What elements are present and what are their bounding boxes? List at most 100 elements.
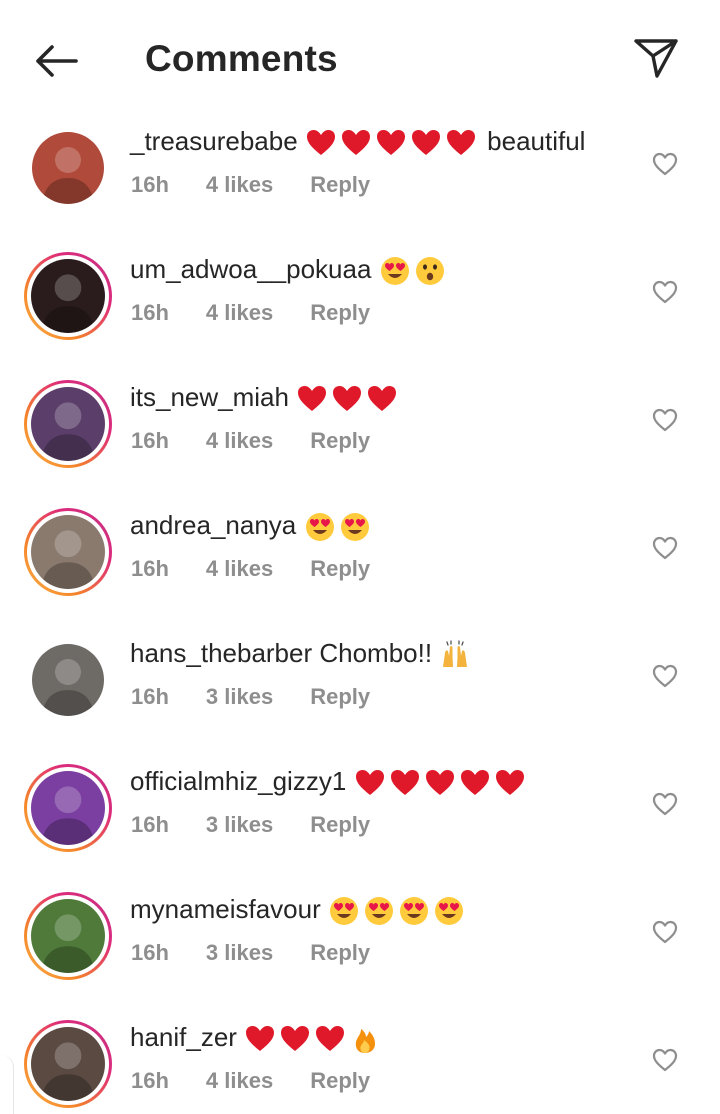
red-heart-emoji-icon [446,130,475,156]
username-link[interactable]: andrea_nanya [130,510,296,540]
avatar [31,771,105,845]
reply-button[interactable]: Reply [310,556,370,581]
avatar-button[interactable] [24,892,112,980]
likes-count[interactable]: 4 likes [206,300,273,325]
timestamp: 16h [131,556,169,581]
heart-outline-icon [652,792,678,816]
reply-button[interactable]: Reply [310,684,370,709]
avatar-button[interactable] [24,1020,112,1108]
comment-meta: 16h 4 likes Reply [131,1068,407,1094]
like-button[interactable] [650,406,680,434]
red-heart-emoji-icon [341,130,370,156]
comment-item: officialmhiz_gizzy1 16h 3 likes Reply [0,758,720,886]
reply-button[interactable]: Reply [310,428,370,453]
comment-item: hanif_zer 16h 4 likes Reply [0,1014,720,1114]
reply-button[interactable]: Reply [310,1068,370,1093]
avatar [31,1027,105,1101]
likes-count[interactable]: 3 likes [206,684,273,709]
heart-outline-icon [652,280,678,304]
fire-emoji-icon [356,1029,376,1054]
comment-list: _treasurebabe beautiful 16h 4 likes Reply um… [0,118,720,1114]
comment-item: mynameisfavour 16h 3 likes Reply [0,886,720,1014]
comment-item: hans_thebarber Chombo!! 16h 3 likes Reply [0,630,720,758]
red-heart-emoji-icon [355,770,384,796]
like-button[interactable] [650,150,680,178]
comment-text: officialmhiz_gizzy1 [130,766,529,799]
username-link[interactable]: _treasurebabe [130,126,298,156]
red-heart-emoji-icon [333,386,362,412]
red-heart-emoji-icon [411,130,440,156]
heart-outline-icon [652,920,678,944]
red-heart-emoji-icon [376,130,405,156]
username-link[interactable]: its_new_miah [130,382,289,412]
reply-button[interactable]: Reply [310,812,370,837]
heart-eyes-emoji-icon [434,897,463,926]
username-link[interactable]: um_adwoa__pokuaa [130,254,371,284]
comment-meta: 16h 3 likes Reply [131,940,407,966]
username-link[interactable]: mynameisfavour [130,894,321,924]
like-button[interactable] [650,790,680,818]
timestamp: 16h [131,940,169,965]
back-arrow-icon [36,45,78,77]
avatar [32,132,104,204]
timestamp: 16h [131,684,169,709]
red-heart-emoji-icon [306,130,335,156]
like-button[interactable] [650,662,680,690]
heart-eyes-emoji-icon [380,257,409,286]
comment-body: Chombo!! [312,638,440,668]
reply-button[interactable]: Reply [310,172,370,197]
timestamp: 16h [131,812,169,837]
red-heart-emoji-icon [281,1026,310,1052]
share-button[interactable] [630,34,682,82]
heart-outline-icon [652,408,678,432]
paper-plane-icon [634,39,678,78]
comment-text: hanif_zer [130,1022,384,1055]
reply-button[interactable]: Reply [310,940,370,965]
page-title: Comments [145,38,338,79]
likes-count[interactable]: 4 likes [206,556,273,581]
heart-eyes-emoji-icon [399,897,428,926]
astonished-emoji-icon [415,257,444,286]
likes-count[interactable]: 4 likes [206,428,273,453]
likes-count[interactable]: 4 likes [206,172,273,197]
avatar [32,644,104,716]
red-heart-emoji-icon [460,770,489,796]
avatar-button[interactable] [24,380,112,468]
avatar-button[interactable] [24,508,112,596]
like-button[interactable] [650,1046,680,1074]
avatar-button[interactable] [24,764,112,852]
like-button[interactable] [650,278,680,306]
heart-eyes-emoji-icon [340,513,369,542]
avatar [31,387,105,461]
header: Comments [0,0,720,118]
red-heart-emoji-icon [495,770,524,796]
reply-button[interactable]: Reply [310,300,370,325]
likes-count[interactable]: 4 likes [206,1068,273,1093]
heart-eyes-emoji-icon [364,897,393,926]
like-button[interactable] [650,534,680,562]
avatar-button[interactable] [24,124,112,212]
like-button[interactable] [650,918,680,946]
username-link[interactable]: officialmhiz_gizzy1 [130,766,346,796]
edge-handle [0,1054,14,1114]
comment-meta: 16h 3 likes Reply [131,812,407,838]
comment-text: um_adwoa__pokuaa [130,254,449,287]
timestamp: 16h [131,300,169,325]
back-button[interactable] [28,38,84,84]
avatar-button[interactable] [24,636,112,724]
likes-count[interactable]: 3 likes [206,812,273,837]
comment-text: its_new_miah [130,382,401,415]
avatar [31,259,105,333]
heart-outline-icon [652,152,678,176]
red-heart-emoji-icon [246,1026,275,1052]
comment-text: andrea_nanya [130,510,374,543]
username-link[interactable]: hanif_zer [130,1022,237,1052]
timestamp: 16h [131,1068,169,1093]
avatar-button[interactable] [24,252,112,340]
likes-count[interactable]: 3 likes [206,940,273,965]
heart-outline-icon [652,1048,678,1072]
heart-eyes-emoji-icon [329,897,358,926]
heart-outline-icon [652,536,678,560]
username-link[interactable]: hans_thebarber [130,638,312,668]
avatar [31,515,105,589]
